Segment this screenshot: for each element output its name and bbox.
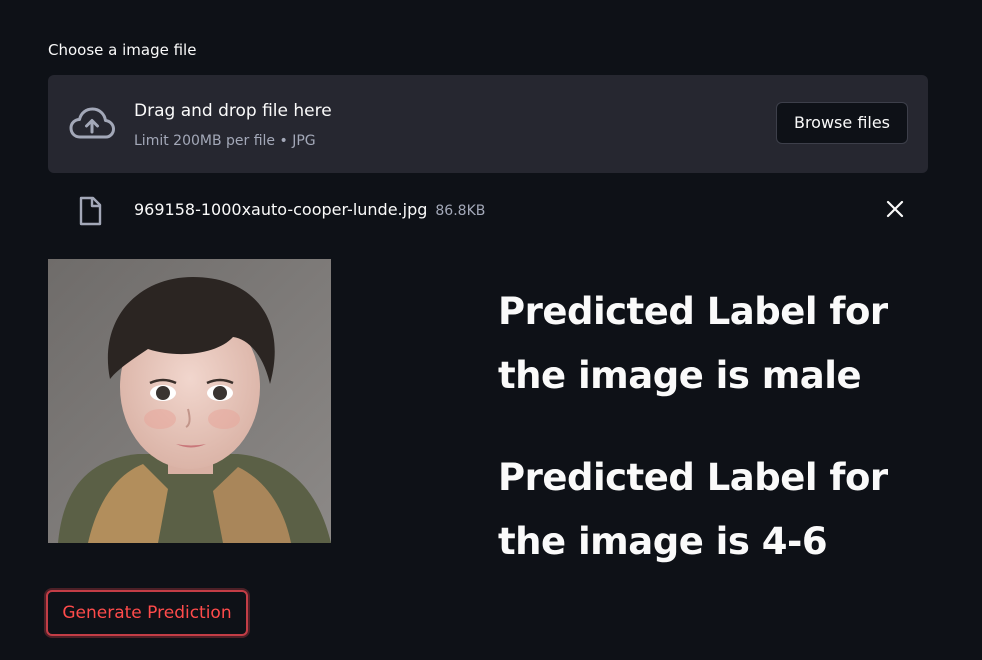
app-page: Choose a image file Drag and drop file h…: [0, 0, 982, 660]
dropzone-limit: Limit 200MB per file • JPG: [134, 133, 316, 149]
predicted-age-heading: Predicted Label for the image is 4-6: [498, 456, 888, 563]
close-icon[interactable]: [882, 196, 908, 222]
browse-files-button[interactable]: Browse files: [776, 102, 908, 144]
file-name-text: 969158-1000xauto-cooper-lunde.jpg: [134, 200, 428, 219]
file-name: 969158-1000xauto-cooper-lunde.jpg 86.8KB: [134, 200, 485, 219]
child-portrait-image: [48, 259, 331, 543]
generate-prediction-button[interactable]: Generate Prediction: [46, 590, 248, 636]
predicted-gender-heading: Predicted Label for the image is male: [498, 290, 888, 397]
file-icon: [79, 196, 102, 226]
uploaded-image-preview: [48, 259, 331, 543]
file-size: 86.8KB: [435, 203, 486, 219]
file-dropzone[interactable]: Drag and drop file here Limit 200MB per …: [48, 75, 928, 173]
file-uploader-label: Choose a image file: [48, 41, 197, 59]
dropzone-title: Drag and drop file here: [134, 101, 332, 121]
uploaded-file-row: 969158-1000xauto-cooper-lunde.jpg 86.8KB: [48, 190, 928, 230]
cloud-upload-icon: [69, 107, 115, 139]
